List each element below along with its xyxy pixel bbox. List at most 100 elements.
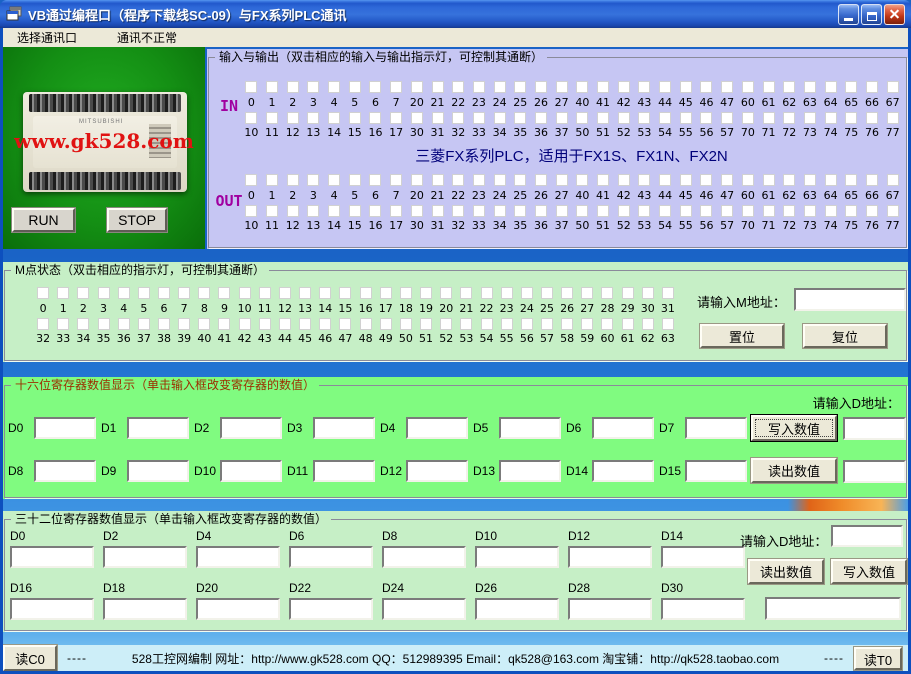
m-indicator[interactable]: [557, 317, 577, 331]
m-indicator[interactable]: [456, 317, 476, 331]
m-indicator[interactable]: [577, 317, 597, 331]
input-indicator[interactable]: [427, 80, 448, 94]
input-indicator[interactable]: [717, 80, 738, 94]
m-indicator[interactable]: [134, 286, 154, 300]
input-indicator[interactable]: [758, 80, 779, 94]
register-value-input[interactable]: [661, 546, 745, 568]
register-value-input[interactable]: [103, 546, 187, 568]
input-indicator[interactable]: [882, 111, 903, 125]
register-value-input[interactable]: [406, 460, 468, 482]
output-indicator[interactable]: [386, 173, 407, 187]
m-indicator[interactable]: [114, 286, 134, 300]
input-indicator[interactable]: [551, 111, 572, 125]
output-indicator[interactable]: [800, 204, 821, 218]
output-indicator[interactable]: [655, 204, 676, 218]
output-indicator[interactable]: [551, 204, 572, 218]
input-indicator[interactable]: [862, 111, 883, 125]
input-indicator[interactable]: [262, 111, 283, 125]
reg32-read-value-button[interactable]: 读出数值: [748, 559, 824, 584]
output-indicator[interactable]: [241, 173, 262, 187]
output-indicator[interactable]: [531, 173, 552, 187]
register-value-input[interactable]: [289, 546, 373, 568]
input-indicator[interactable]: [572, 111, 593, 125]
m-indicator[interactable]: [214, 286, 234, 300]
output-indicator[interactable]: [696, 173, 717, 187]
output-indicator[interactable]: [572, 204, 593, 218]
output-indicator[interactable]: [282, 204, 303, 218]
input-indicator[interactable]: [303, 80, 324, 94]
m-indicator[interactable]: [497, 317, 517, 331]
register-value-input[interactable]: [685, 460, 747, 482]
m-indicator[interactable]: [396, 286, 416, 300]
output-indicator[interactable]: [779, 173, 800, 187]
register-value-input[interactable]: [313, 460, 375, 482]
m-indicator[interactable]: [73, 286, 93, 300]
input-indicator[interactable]: [655, 80, 676, 94]
input-indicator[interactable]: [820, 80, 841, 94]
m-indicator[interactable]: [194, 286, 214, 300]
read-t0-button[interactable]: 读T0: [854, 647, 902, 670]
output-indicator[interactable]: [262, 173, 283, 187]
register-value-input[interactable]: [499, 417, 561, 439]
m-indicator[interactable]: [537, 286, 557, 300]
output-indicator[interactable]: [820, 173, 841, 187]
output-indicator[interactable]: [758, 204, 779, 218]
m-indicator[interactable]: [638, 286, 658, 300]
input-indicator[interactable]: [779, 80, 800, 94]
m-indicator[interactable]: [235, 286, 255, 300]
write-value-button[interactable]: 写入数值: [751, 415, 837, 441]
reg16-write-address-input[interactable]: [843, 417, 906, 440]
reg16-read-address-input[interactable]: [843, 460, 906, 483]
m-indicator[interactable]: [537, 317, 557, 331]
m-indicator[interactable]: [517, 317, 537, 331]
output-indicator[interactable]: [862, 173, 883, 187]
input-indicator[interactable]: [365, 111, 386, 125]
m-indicator[interactable]: [73, 317, 93, 331]
output-indicator[interactable]: [551, 173, 572, 187]
register-value-input[interactable]: [220, 417, 282, 439]
output-indicator[interactable]: [634, 173, 655, 187]
m-indicator[interactable]: [33, 286, 53, 300]
m-indicator[interactable]: [134, 317, 154, 331]
m-indicator[interactable]: [376, 286, 396, 300]
input-indicator[interactable]: [593, 111, 614, 125]
m-indicator[interactable]: [376, 317, 396, 331]
m-indicator[interactable]: [235, 317, 255, 331]
input-indicator[interactable]: [551, 80, 572, 94]
output-indicator[interactable]: [324, 204, 345, 218]
input-indicator[interactable]: [531, 111, 552, 125]
m-indicator[interactable]: [33, 317, 53, 331]
m-indicator[interactable]: [416, 317, 436, 331]
output-indicator[interactable]: [800, 173, 821, 187]
input-indicator[interactable]: [593, 80, 614, 94]
input-indicator[interactable]: [241, 80, 262, 94]
output-indicator[interactable]: [510, 173, 531, 187]
m-indicator[interactable]: [275, 286, 295, 300]
m-indicator[interactable]: [295, 286, 315, 300]
output-indicator[interactable]: [344, 204, 365, 218]
output-indicator[interactable]: [489, 173, 510, 187]
output-indicator[interactable]: [427, 173, 448, 187]
output-indicator[interactable]: [613, 173, 634, 187]
input-indicator[interactable]: [469, 80, 490, 94]
m-indicator[interactable]: [658, 317, 678, 331]
set-button[interactable]: 置位: [700, 324, 784, 348]
input-indicator[interactable]: [675, 80, 696, 94]
output-indicator[interactable]: [365, 173, 386, 187]
output-indicator[interactable]: [510, 204, 531, 218]
output-indicator[interactable]: [448, 204, 469, 218]
input-indicator[interactable]: [282, 80, 303, 94]
m-indicator[interactable]: [114, 317, 134, 331]
input-indicator[interactable]: [696, 80, 717, 94]
output-indicator[interactable]: [882, 204, 903, 218]
output-indicator[interactable]: [738, 173, 759, 187]
output-indicator[interactable]: [655, 173, 676, 187]
register-value-input[interactable]: [220, 460, 282, 482]
register-value-input[interactable]: [568, 598, 652, 620]
input-indicator[interactable]: [800, 111, 821, 125]
m-indicator[interactable]: [174, 286, 194, 300]
output-indicator[interactable]: [344, 173, 365, 187]
input-indicator[interactable]: [427, 111, 448, 125]
output-indicator[interactable]: [779, 204, 800, 218]
input-indicator[interactable]: [324, 111, 345, 125]
